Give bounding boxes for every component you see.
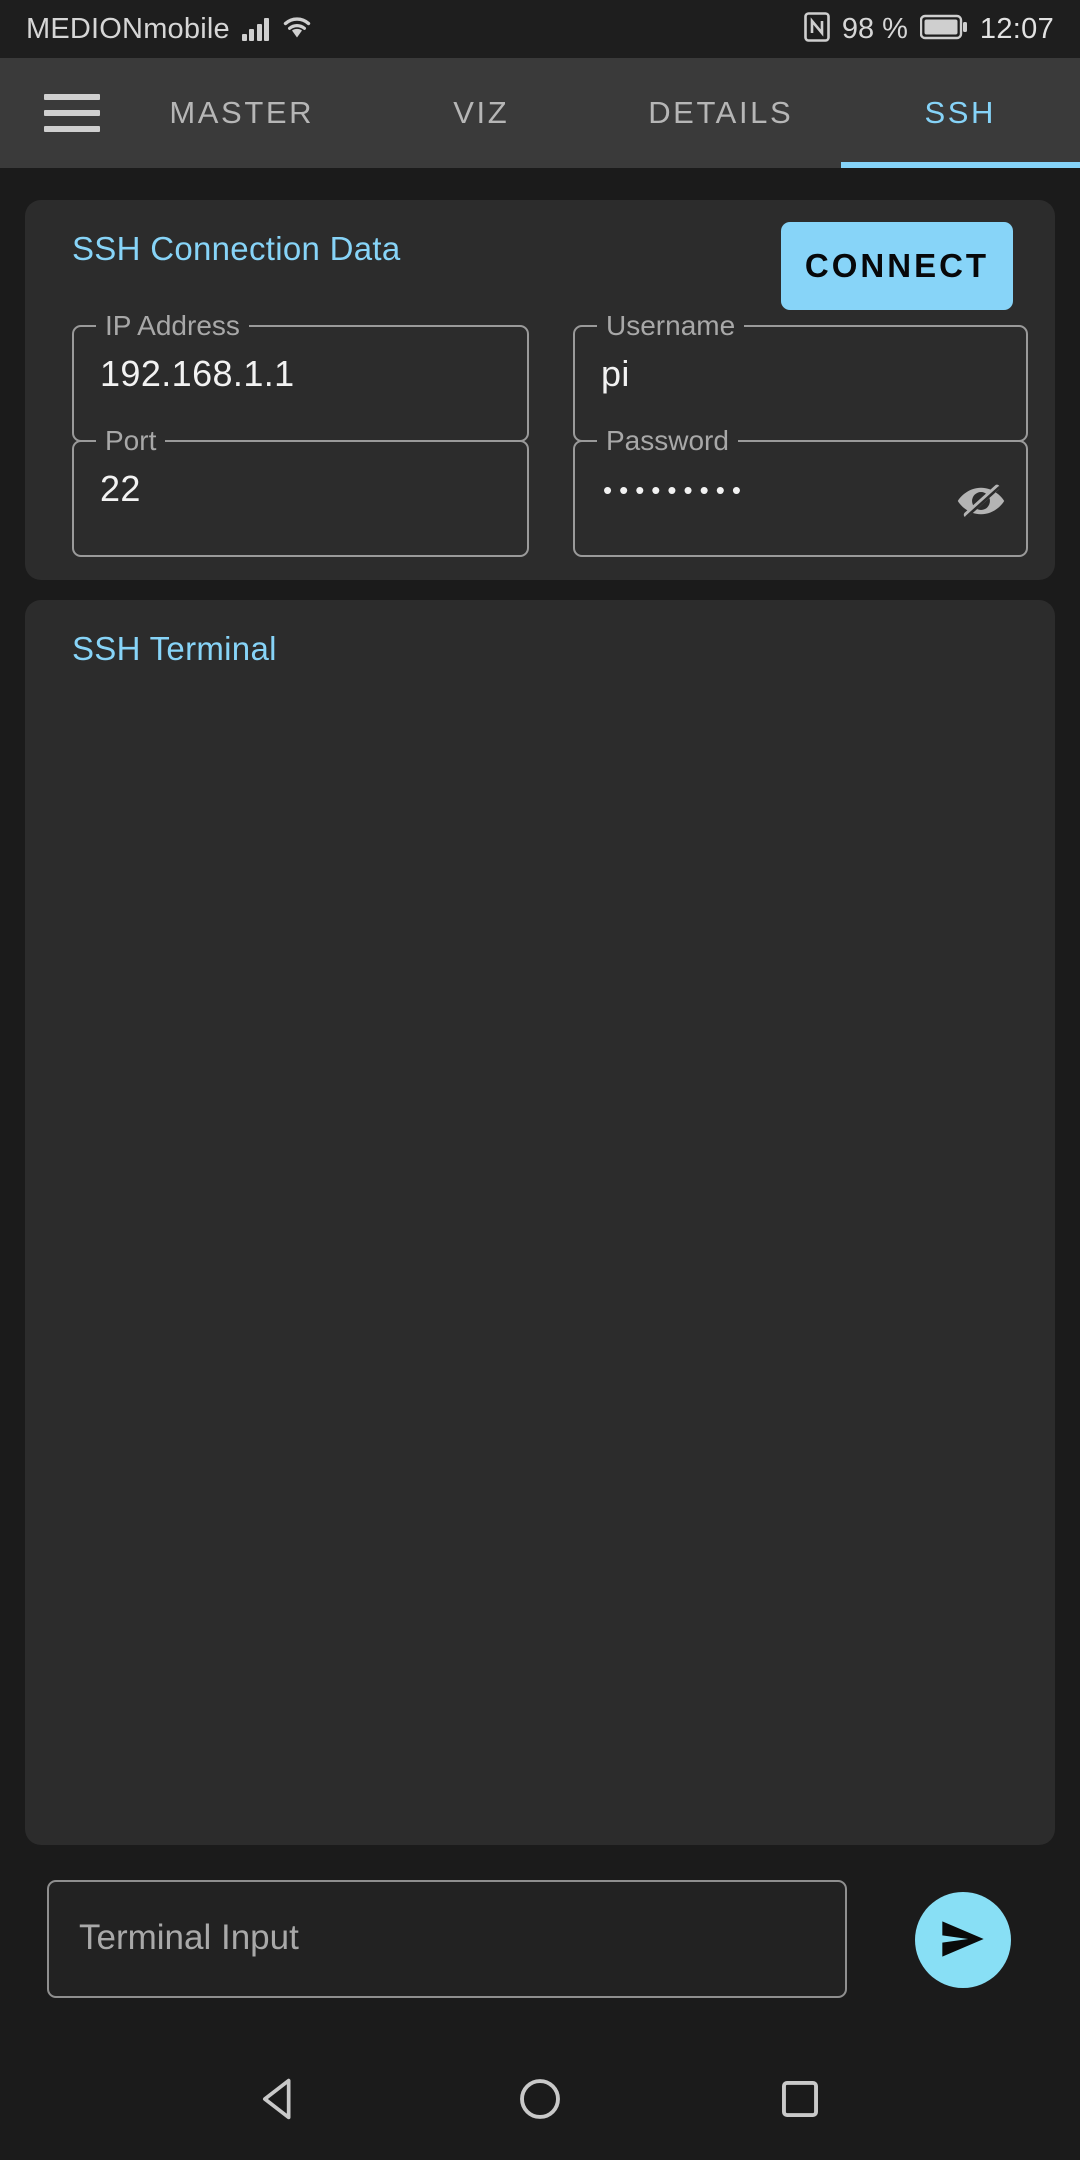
wifi-icon bbox=[281, 14, 313, 45]
hamburger-menu-icon[interactable] bbox=[22, 58, 122, 168]
battery-percent-label: 98 % bbox=[841, 12, 908, 45]
phone-screen: MEDIONmobile 98 % 12:07 MASTER VIZ DETAI… bbox=[0, 0, 1080, 2160]
carrier-label: MEDIONmobile bbox=[26, 12, 230, 45]
eye-off-icon[interactable] bbox=[950, 470, 1012, 532]
ip-address-value: 192.168.1.1 bbox=[100, 353, 295, 394]
terminal-input-row: Terminal Input bbox=[0, 1880, 1080, 2020]
battery-full-icon bbox=[919, 13, 968, 46]
send-arrow-icon bbox=[932, 1908, 994, 1973]
tab-viz[interactable]: VIZ bbox=[362, 58, 602, 168]
ssh-terminal-card: SSH Terminal bbox=[25, 600, 1055, 1845]
app-bar: MASTER VIZ DETAILS SSH bbox=[0, 58, 1080, 168]
ssh-connection-card: SSH Connection Data CONNECT IP Address 1… bbox=[25, 200, 1055, 580]
port-field[interactable]: Port 22 bbox=[72, 423, 529, 557]
terminal-output[interactable] bbox=[59, 686, 1021, 1823]
tab-ssh[interactable]: SSH bbox=[840, 58, 1080, 168]
signal-bars-icon bbox=[241, 17, 270, 41]
terminal-input-placeholder: Terminal Input bbox=[79, 1918, 299, 1957]
nfc-icon bbox=[804, 11, 830, 47]
back-triangle-icon[interactable] bbox=[225, 2044, 335, 2154]
terminal-input[interactable]: Terminal Input bbox=[47, 1880, 847, 1998]
clock-label: 12:07 bbox=[979, 12, 1054, 45]
port-value: 22 bbox=[100, 468, 141, 509]
send-button[interactable] bbox=[915, 1892, 1011, 1988]
ip-address-label: IP Address bbox=[96, 308, 249, 344]
tab-master[interactable]: MASTER bbox=[122, 58, 362, 168]
android-nav-bar bbox=[0, 2038, 1080, 2160]
home-circle-icon[interactable] bbox=[485, 2044, 595, 2154]
username-label: Username bbox=[597, 308, 745, 344]
password-field[interactable]: Password ••••••••• bbox=[573, 423, 1028, 557]
port-label: Port bbox=[96, 423, 166, 459]
password-value: ••••••••• bbox=[603, 475, 748, 505]
status-bar-left: MEDIONmobile bbox=[26, 13, 313, 46]
ssh-terminal-title: SSH Terminal bbox=[72, 630, 277, 667]
username-value: pi bbox=[601, 353, 630, 394]
connect-button[interactable]: CONNECT bbox=[781, 222, 1013, 310]
tab-details[interactable]: DETAILS bbox=[601, 58, 841, 168]
status-bar-right: 98 % 12:07 bbox=[804, 11, 1054, 47]
password-label: Password bbox=[597, 423, 738, 459]
ssh-connection-title: SSH Connection Data bbox=[72, 230, 401, 267]
status-bar: MEDIONmobile 98 % 12:07 bbox=[0, 0, 1080, 58]
recents-square-icon[interactable] bbox=[745, 2044, 855, 2154]
tab-strip: MASTER VIZ DETAILS SSH bbox=[122, 58, 1080, 168]
